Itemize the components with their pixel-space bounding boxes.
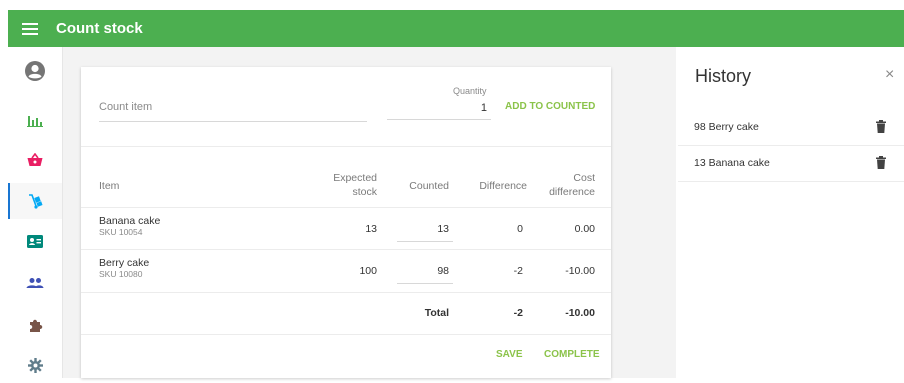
sidebar-item-customers[interactable] bbox=[8, 223, 62, 259]
contact-card-icon bbox=[27, 234, 43, 248]
column-header-difference: Difference bbox=[479, 180, 527, 192]
page-title: Count stock bbox=[56, 20, 143, 37]
divider bbox=[81, 334, 611, 335]
total-label: Total bbox=[424, 307, 449, 319]
expected-stock-cell: 100 bbox=[359, 265, 377, 277]
sidebar-item-inventory[interactable] bbox=[8, 183, 62, 219]
trash-icon[interactable] bbox=[876, 156, 886, 169]
table-row-item: Banana cake SKU 10054 bbox=[99, 215, 160, 237]
save-button[interactable]: SAVE bbox=[496, 349, 523, 360]
cost-difference-cell: -10.00 bbox=[565, 265, 595, 277]
total-difference: -2 bbox=[513, 307, 523, 319]
item-name: Berry cake bbox=[99, 257, 150, 269]
table-row-item: Berry cake SKU 10080 bbox=[99, 257, 149, 279]
bar-chart-icon bbox=[27, 116, 43, 127]
app-bar: Count stock bbox=[8, 10, 904, 47]
account-icon bbox=[25, 61, 45, 81]
difference-cell: -2 bbox=[513, 265, 523, 277]
close-icon[interactable]: × bbox=[885, 66, 894, 84]
column-header-cost-line2: difference bbox=[549, 186, 595, 198]
item-name: Banana cake bbox=[99, 215, 161, 227]
basket-icon bbox=[27, 153, 43, 166]
history-title: History bbox=[695, 66, 752, 86]
history-item-label: 13 Banana cake bbox=[694, 157, 770, 169]
column-header-cost-difference: Cost difference bbox=[531, 171, 595, 199]
count-item-input[interactable]: Count item bbox=[99, 101, 367, 122]
sidebar-item-account[interactable] bbox=[8, 53, 62, 89]
quantity-label: Quantity bbox=[453, 86, 487, 96]
sidebar-item-reports[interactable] bbox=[8, 102, 62, 138]
column-header-cost-line1: Cost bbox=[573, 172, 595, 184]
counted-input-underline bbox=[397, 241, 453, 242]
dolly-icon bbox=[29, 194, 43, 209]
history-list-item: 98 Berry cake bbox=[678, 109, 904, 146]
puzzle-icon bbox=[29, 319, 42, 332]
column-header-expected-line1: Expected bbox=[333, 172, 377, 184]
column-header-expected-line2: stock bbox=[352, 186, 377, 198]
column-header-item: Item bbox=[99, 180, 120, 192]
count-item-placeholder: Count item bbox=[99, 101, 153, 113]
history-item-label: 98 Berry cake bbox=[694, 121, 759, 133]
people-icon bbox=[26, 278, 44, 288]
cost-difference-cell: 0.00 bbox=[574, 223, 595, 235]
history-list-item: 13 Banana cake bbox=[678, 145, 904, 182]
counted-input[interactable]: 13 bbox=[397, 223, 449, 235]
trash-icon[interactable] bbox=[876, 120, 886, 133]
divider bbox=[81, 207, 611, 208]
divider bbox=[81, 146, 611, 147]
counted-input[interactable]: 98 bbox=[397, 265, 449, 277]
sidebar-item-employees[interactable] bbox=[8, 265, 62, 301]
count-stock-card: Count item Quantity 1 ADD TO COUNTED Ite… bbox=[81, 67, 611, 378]
total-cost-difference: -10.00 bbox=[565, 307, 595, 319]
hamburger-menu-icon[interactable] bbox=[22, 20, 38, 38]
add-to-counted-button[interactable]: ADD TO COUNTED bbox=[505, 101, 595, 112]
quantity-value: 1 bbox=[480, 102, 487, 114]
difference-cell: 0 bbox=[517, 223, 523, 235]
divider bbox=[81, 292, 611, 293]
sidebar-item-sales[interactable] bbox=[8, 142, 62, 178]
column-header-expected-stock: Expected stock bbox=[321, 171, 377, 199]
column-header-counted: Counted bbox=[409, 180, 449, 192]
sidebar bbox=[8, 47, 63, 378]
expected-stock-cell: 13 bbox=[365, 223, 377, 235]
item-sku: SKU 10054 bbox=[99, 227, 143, 237]
counted-input-underline bbox=[397, 283, 453, 284]
sidebar-item-apps[interactable] bbox=[8, 307, 62, 343]
divider bbox=[81, 249, 611, 250]
complete-button[interactable]: COMPLETE bbox=[544, 349, 600, 360]
quantity-input[interactable]: 1 bbox=[387, 101, 491, 120]
item-sku: SKU 10080 bbox=[99, 269, 143, 279]
gear-icon bbox=[27, 357, 43, 373]
